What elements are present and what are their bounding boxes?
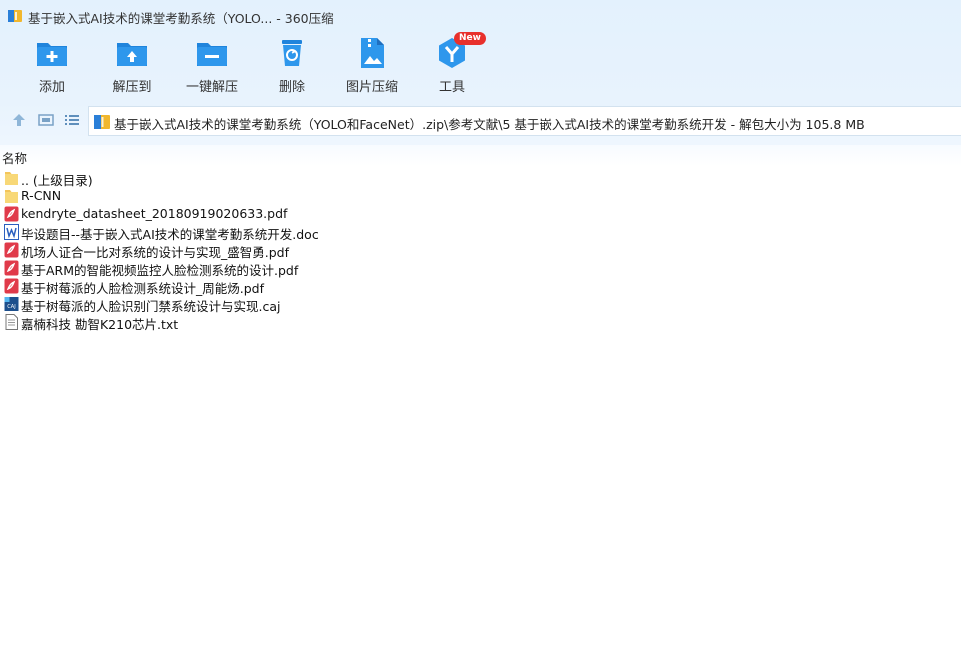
archive-icon (94, 115, 110, 129)
up-arrow-icon[interactable] (11, 112, 27, 128)
pdf-file-icon (4, 260, 19, 276)
one-click-extract-button[interactable]: 一键解压 (176, 36, 248, 95)
column-header: 名称 (0, 145, 961, 166)
file-row[interactable]: 嘉楠科技 勘智K210芯片.txt (0, 313, 961, 332)
toolbar: 添加 解压到 一键解压 删除 图片压缩 New 工具 (0, 32, 961, 98)
navigation-row: 基于嵌入式AI技术的课堂考勤系统（YOLO和FaceNet）.zip\参考文献\… (0, 106, 961, 136)
extract-to-button[interactable]: 解压到 (96, 36, 168, 95)
top-area: 基于嵌入式AI技术的课堂考勤系统（YOLO... - 360压缩 添加 解压到 (0, 0, 961, 145)
file-row[interactable]: .. (上级目录) (0, 169, 961, 188)
delete-button[interactable]: 删除 (256, 36, 328, 95)
trash-icon (282, 40, 302, 66)
tools-icon-wrap: New (435, 32, 486, 70)
address-bar[interactable]: 基于嵌入式AI技术的课堂考勤系统（YOLO和FaceNet）.zip\参考文献\… (88, 106, 961, 136)
extract-to-folder-icon (117, 43, 147, 66)
pdf-file-icon (4, 278, 19, 294)
file-name: kendryte_datasheet_20180919020633.pdf (21, 206, 288, 221)
pdf-file-icon (4, 206, 19, 222)
folder-icon (4, 170, 19, 186)
folder-icon (4, 188, 19, 204)
one-click-extract-label: 一键解压 (185, 80, 238, 95)
tools-button[interactable]: New 工具 (416, 32, 488, 95)
file-row[interactable]: 基于ARM的智能视频监控人脸检测系统的设计.pdf (0, 259, 961, 278)
column-name-header[interactable]: 名称 (2, 148, 27, 167)
list-view-icon[interactable] (64, 112, 80, 128)
add-folder-icon (37, 43, 67, 66)
image-compress-icon (361, 38, 384, 68)
image-compress-label: 图片压缩 (345, 80, 398, 95)
tools-label: 工具 (438, 80, 465, 95)
file-name: 嘉楠科技 勘智K210芯片.txt (21, 317, 179, 332)
file-row[interactable]: 基于树莓派的人脸检测系统设计_周能炀.pdf (0, 277, 961, 296)
svg-text:CAJ: CAJ (7, 304, 15, 310)
word-document-icon (4, 224, 19, 240)
add-button[interactable]: 添加 (16, 36, 88, 95)
file-row[interactable]: kendryte_datasheet_20180919020633.pdf (0, 205, 961, 223)
window-title: 基于嵌入式AI技术的课堂考勤系统（YOLO... - 360压缩 (28, 11, 334, 26)
file-row[interactable]: 毕设题目--基于嵌入式AI技术的课堂考勤系统开发.doc (0, 223, 961, 242)
file-list: .. (上级目录) R-CNN kendryte_datasheet_2018091… (0, 169, 961, 332)
text-file-icon (4, 314, 19, 330)
file-row[interactable]: 机场人证合一比对系统的设计与实现_盛智勇.pdf (0, 241, 961, 260)
one-click-extract-icon (197, 43, 227, 66)
extract-to-label: 解压到 (112, 80, 152, 95)
thumbnail-view-icon[interactable] (38, 112, 54, 128)
new-badge: New (454, 32, 486, 45)
file-row[interactable]: CAJ 基于树莓派的人脸识别门禁系统设计与实现.caj (0, 295, 961, 314)
app-logo-icon (8, 10, 22, 22)
file-row[interactable]: R-CNN (0, 187, 961, 205)
file-name: R-CNN (21, 188, 62, 203)
image-compress-button[interactable]: 图片压缩 (336, 36, 408, 95)
address-path: 基于嵌入式AI技术的课堂考勤系统（YOLO和FaceNet）.zip\参考文献\… (114, 117, 865, 132)
add-label: 添加 (38, 80, 65, 95)
pdf-file-icon (4, 242, 19, 258)
caj-file-icon: CAJ (4, 296, 19, 312)
title-bar: 基于嵌入式AI技术的课堂考勤系统（YOLO... - 360压缩 (0, 0, 961, 32)
delete-label: 删除 (278, 80, 305, 95)
